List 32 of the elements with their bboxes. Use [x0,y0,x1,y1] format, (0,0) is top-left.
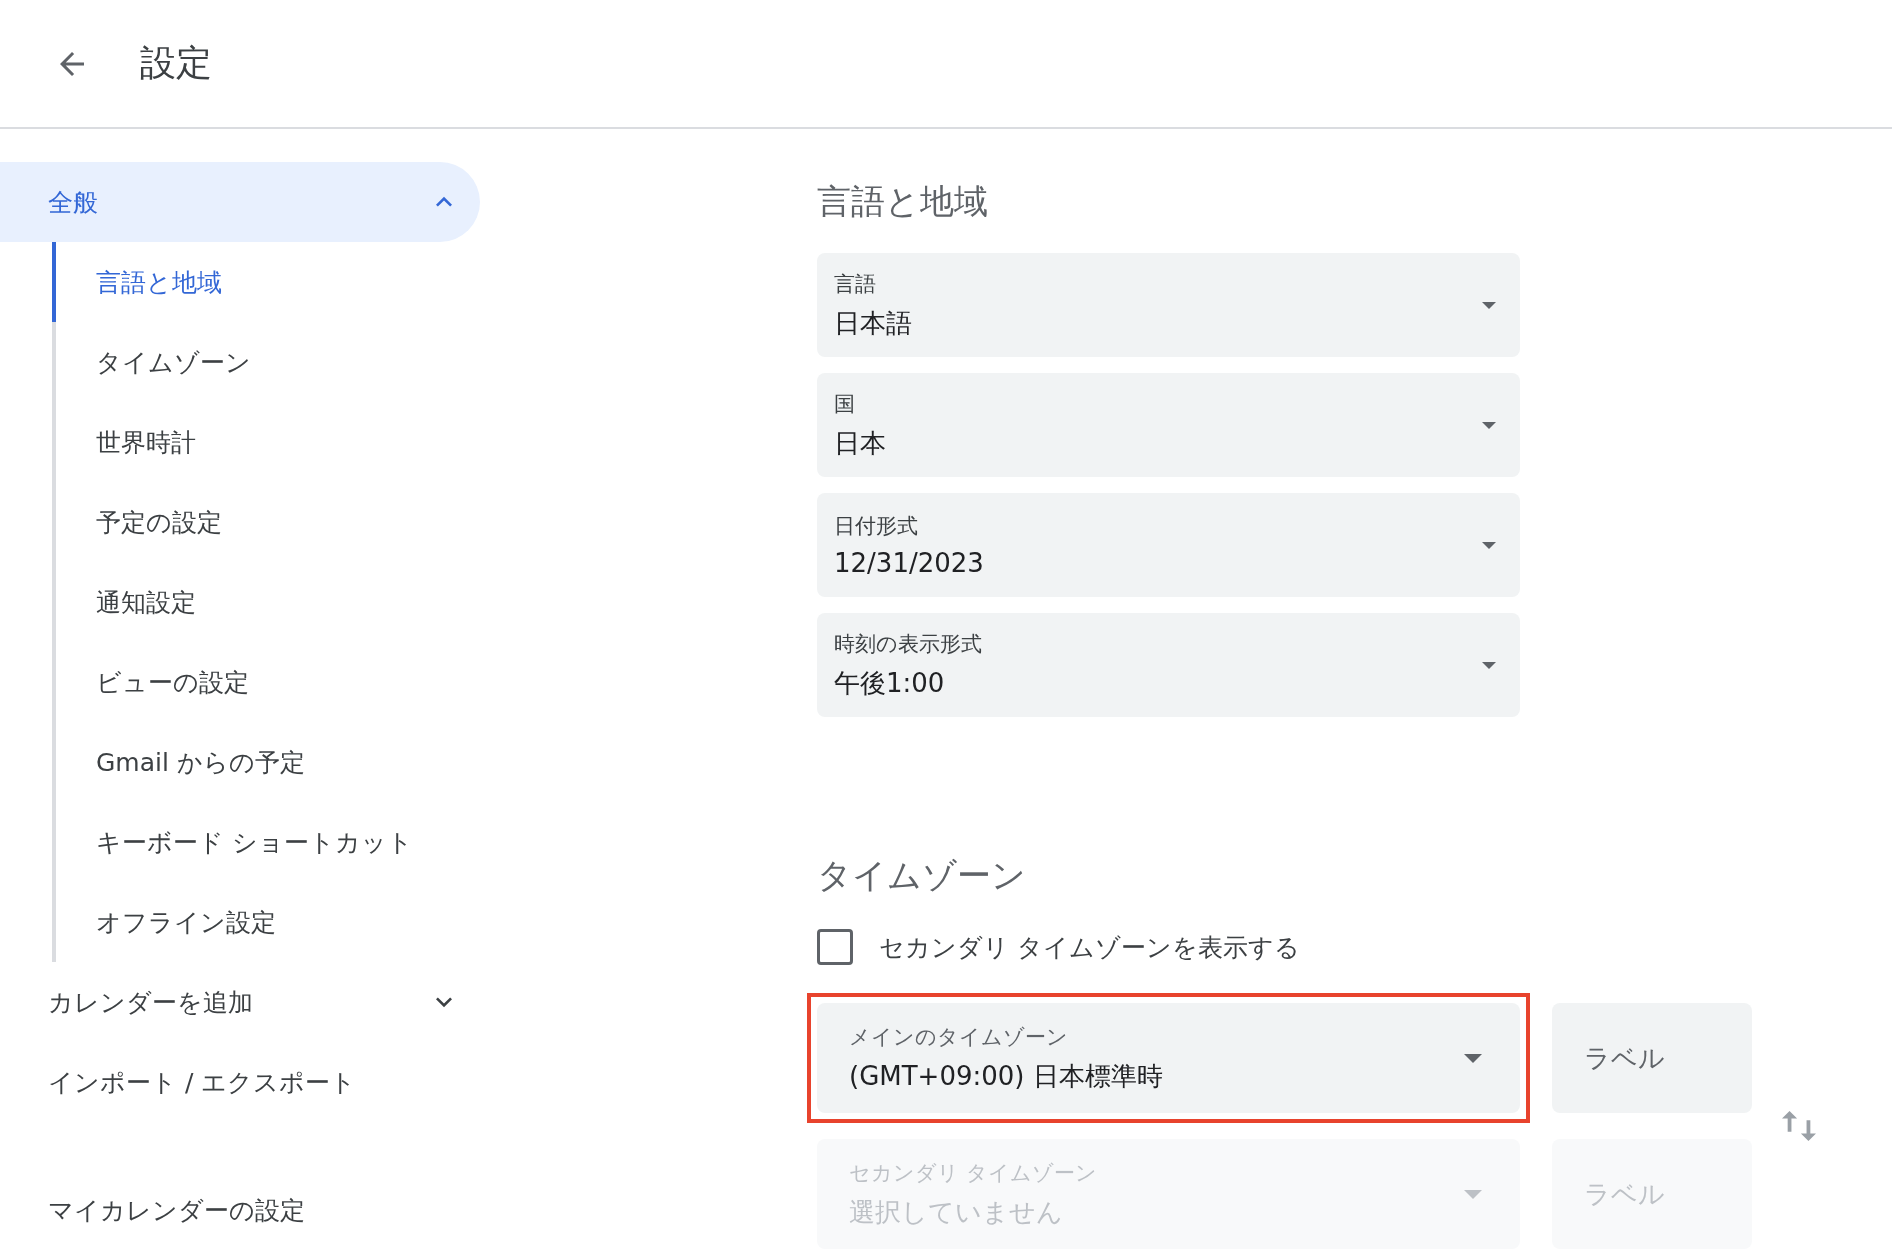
section-heading: マイカレンダーの設定 [47,1194,306,1227]
dropdown-icon [1482,301,1496,309]
label-field: ラベル [1552,1139,1752,1249]
sidebar-subitem[interactable]: 予定の設定 [52,482,480,562]
sidebar-item[interactable]: カレンダーを追加 [0,962,480,1042]
dropdown-field[interactable]: 国 日本 [817,373,1520,477]
label-field[interactable]: ラベル [1552,1003,1752,1113]
sidebar-subitem[interactable]: 世界時計 [52,402,480,482]
dropdown-field[interactable]: 日付形式 12/31/2023 [817,493,1520,597]
page-title: 設定 [140,41,212,85]
sidebar-item[interactable]: 全般 [0,162,480,242]
sidebar-subitem[interactable]: ビューの設定 [52,642,480,722]
sidebar-subitem[interactable]: 通知設定 [52,562,480,642]
sidebar-item[interactable]: インポート / エクスポート [0,1042,480,1122]
checkbox-label: セカンダリ タイムゾーンを表示する [879,931,1300,964]
dropdown-field[interactable]: 時刻の表示形式 午後1:00 [817,613,1520,717]
dropdown-icon [1482,421,1496,429]
dropdown-icon [1482,541,1496,549]
sidebar-subitem[interactable]: オフライン設定 [52,882,480,962]
section-title: タイムゾーン [817,854,1027,897]
sidebar-subitem[interactable]: 言語と地域 [52,242,480,322]
dropdown-icon [1464,1189,1482,1199]
dropdown-field: セカンダリ タイムゾーン 選択していません [817,1139,1520,1249]
section-title: 言語と地域 [817,180,989,223]
sidebar-subitem[interactable]: キーボード ショートカット [52,802,480,882]
sidebar-subitem[interactable]: Gmail からの予定 [52,722,480,802]
dropdown-icon [1482,661,1496,669]
dropdown-field[interactable]: メインのタイムゾーン (GMT+09:00) 日本標準時 [817,1003,1520,1113]
sidebar-subitem[interactable]: タイムゾーン [52,322,480,402]
dropdown-field[interactable]: 言語 日本語 [817,253,1520,357]
dropdown-icon [1464,1053,1482,1063]
checkbox[interactable] [817,929,853,965]
